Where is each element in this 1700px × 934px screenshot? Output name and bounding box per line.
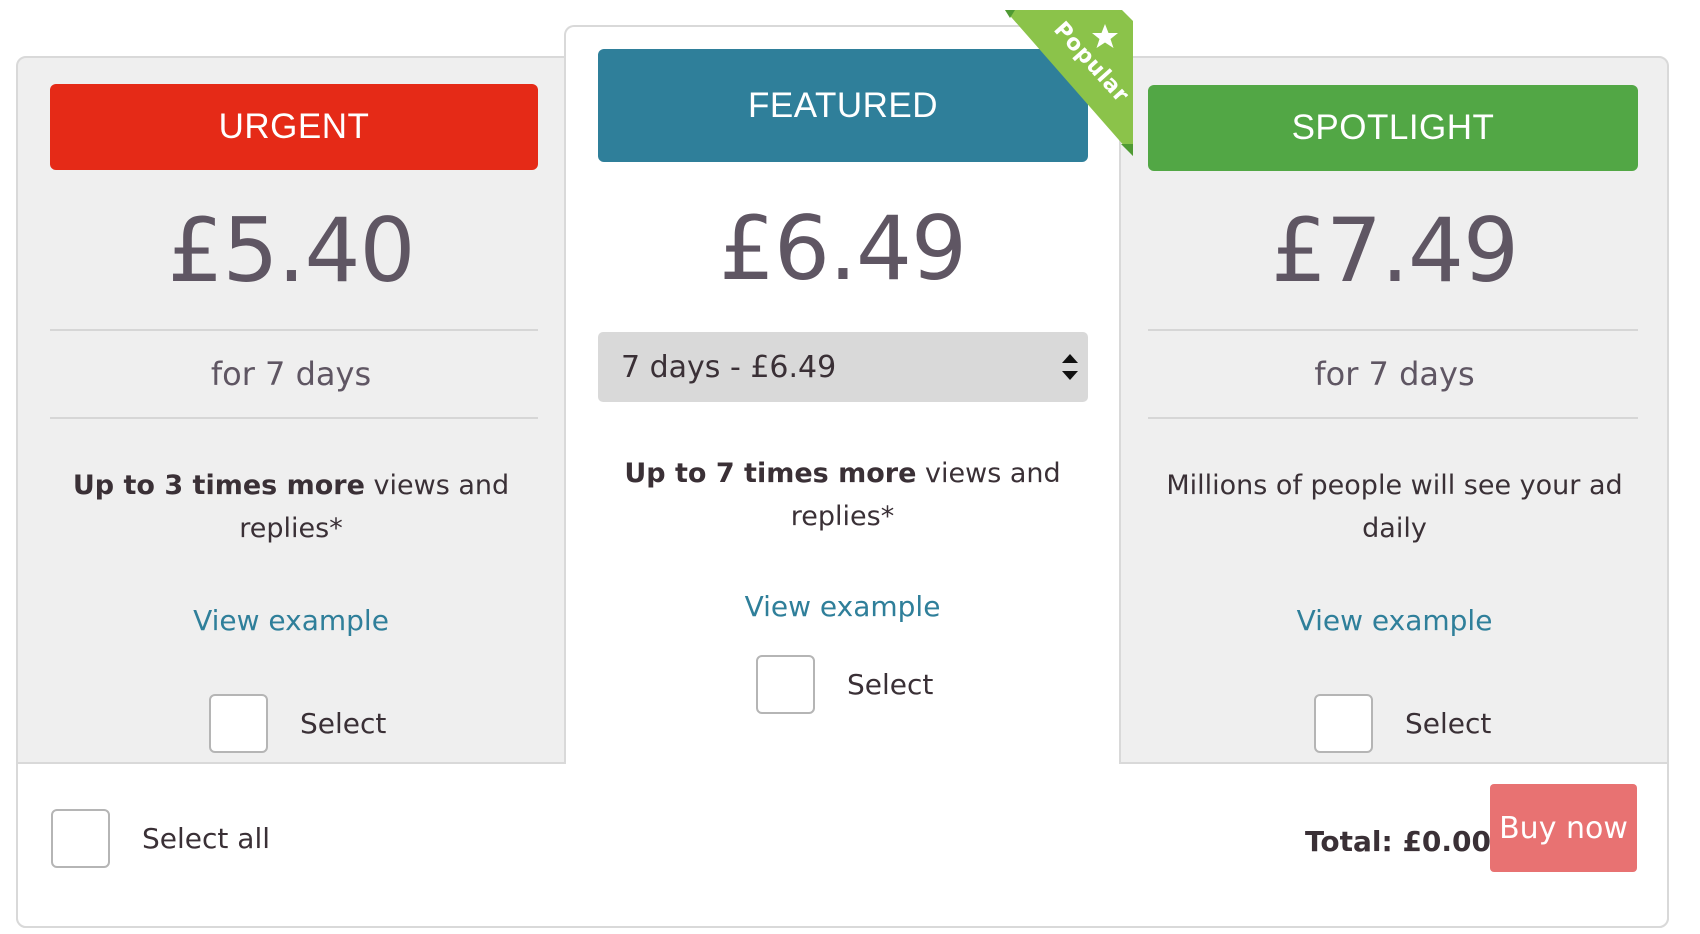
urgent-price: £5.40 [167, 199, 416, 302]
urgent-select-label[interactable]: Select [300, 707, 386, 740]
divider [1148, 329, 1638, 331]
featured-duration-select-value: 7 days - £6.49 [621, 349, 837, 385]
urgent-description-bold: Up to 3 times more [72, 470, 365, 501]
card-urgent: URGENT £5.40 for 7 days Up to 3 times mo… [18, 58, 564, 762]
spotlight-select-label[interactable]: Select [1405, 707, 1491, 740]
select-all-checkbox[interactable] [51, 809, 110, 868]
card-spotlight: SPOTLIGHT £7.49 for 7 days Millions of p… [1122, 58, 1667, 762]
spotlight-view-example-link[interactable]: View example [1297, 604, 1493, 637]
select-all-label[interactable]: Select all [142, 822, 270, 855]
urgent-select-checkbox[interactable] [209, 694, 268, 753]
urgent-view-example-container: View example [18, 604, 564, 637]
spotlight-header: SPOTLIGHT [1148, 85, 1638, 171]
urgent-select-row: Select [209, 694, 386, 753]
ribbon-fold-bottom [1121, 144, 1133, 156]
spotlight-view-example-container: View example [1122, 604, 1667, 637]
select-all-row: Select all [51, 809, 270, 868]
featured-price: £6.49 [719, 197, 967, 300]
urgent-description: Up to 3 times more views and replies* [58, 464, 524, 550]
urgent-view-example-link[interactable]: View example [193, 604, 389, 637]
spotlight-select-row: Select [1314, 694, 1491, 753]
spotlight-price: £7.49 [1271, 199, 1519, 302]
featured-duration-select[interactable]: 7 days - £6.49 [598, 332, 1088, 402]
featured-select-label[interactable]: Select [847, 668, 933, 701]
spotlight-description: Millions of people will see your ad dail… [1166, 470, 1623, 544]
divider [50, 417, 538, 419]
select-arrows-icon [1062, 354, 1078, 380]
featured-description: Up to 7 times more views and replies* [606, 452, 1079, 538]
divider [1148, 417, 1638, 419]
divider [50, 329, 538, 331]
checkout-footer: Select all Total: £0.00 Buy now [16, 762, 1669, 928]
buy-now-button[interactable]: Buy now [1490, 784, 1637, 872]
featured-select-row: Select [756, 655, 933, 714]
urgent-duration: for 7 days [210, 355, 372, 393]
spotlight-select-checkbox[interactable] [1314, 694, 1373, 753]
featured-view-example-link[interactable]: View example [745, 590, 941, 623]
featured-select-checkbox[interactable] [756, 655, 815, 714]
urgent-header: URGENT [50, 84, 538, 170]
total-amount: Total: £0.00 [1305, 824, 1492, 858]
featured-view-example-container: View example [566, 590, 1119, 623]
featured-description-bold: Up to 7 times more [624, 458, 917, 489]
spotlight-duration: for 7 days [1314, 355, 1475, 393]
